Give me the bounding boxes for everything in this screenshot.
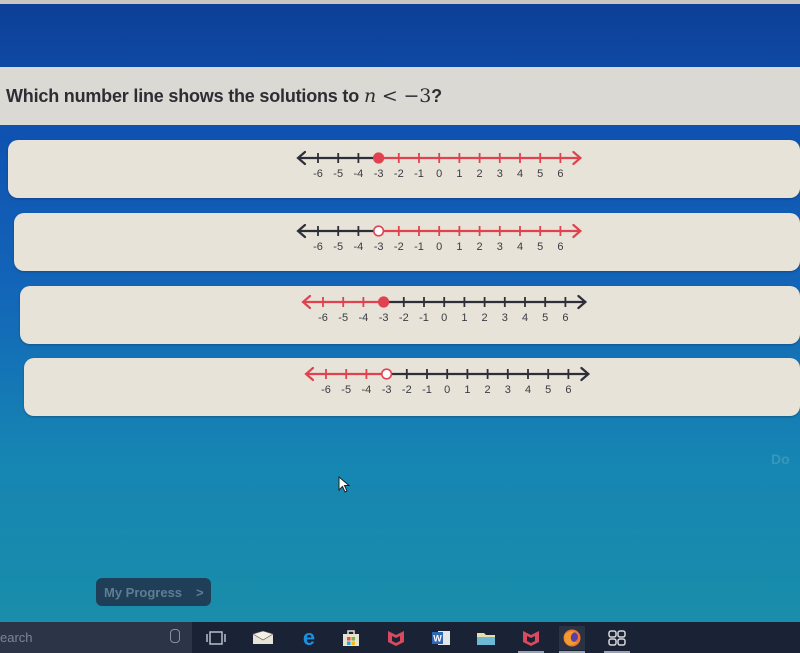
question-banner: Which number line shows the solutions to… bbox=[0, 67, 800, 125]
my-progress-button[interactable]: My Progress > bbox=[96, 578, 211, 606]
tick-label: -5 bbox=[341, 384, 351, 396]
tick-label: 0 bbox=[444, 384, 450, 396]
tick-label: -1 bbox=[414, 241, 424, 253]
open-endpoint bbox=[373, 225, 385, 237]
number-line: -6 -5 -4 -3 -2 -1 0 1 2 3 4 5 6 bbox=[296, 150, 583, 180]
microphone-icon[interactable] bbox=[170, 629, 180, 643]
tick-label: 0 bbox=[436, 241, 442, 253]
my-progress-label: My Progress bbox=[104, 584, 183, 600]
tick-label: 3 bbox=[502, 312, 508, 324]
tick-label: -1 bbox=[419, 312, 429, 324]
chevron-right-icon: > bbox=[196, 584, 204, 600]
done-button[interactable]: Do bbox=[771, 451, 790, 467]
tick-label: -3 bbox=[374, 168, 384, 180]
firefox-icon[interactable] bbox=[559, 626, 585, 653]
tick-label: 2 bbox=[477, 168, 483, 180]
tick-label: -2 bbox=[394, 241, 404, 253]
tick-label: 4 bbox=[525, 384, 531, 396]
tick-label: -2 bbox=[394, 168, 404, 180]
task-view-icon[interactable] bbox=[203, 626, 229, 650]
answer-option-c[interactable]: -6 -5 -4 -3 -2 -1 0 1 2 3 4 5 6 bbox=[20, 286, 800, 344]
answer-option-b[interactable]: -6 -5 -4 -3 -2 -1 0 1 2 3 4 5 6 bbox=[14, 213, 800, 271]
number-line: -6 -5 -4 -3 -2 -1 0 1 2 3 4 5 6 bbox=[301, 294, 588, 324]
open-endpoint bbox=[381, 368, 393, 380]
tick-label: 4 bbox=[522, 312, 528, 324]
tick-label: 0 bbox=[436, 168, 442, 180]
tick-label: 3 bbox=[505, 384, 511, 396]
tick-label: -5 bbox=[333, 241, 343, 253]
tick-label: -6 bbox=[313, 168, 323, 180]
value: −3 bbox=[403, 85, 432, 107]
closed-endpoint bbox=[378, 296, 390, 308]
tick-label: 5 bbox=[545, 384, 551, 396]
tick-label: 1 bbox=[461, 312, 467, 324]
mcafee-icon[interactable] bbox=[383, 626, 409, 650]
tick-label: -5 bbox=[338, 312, 348, 324]
tick-label: 4 bbox=[517, 168, 523, 180]
tick-label: -3 bbox=[374, 241, 384, 253]
mcafee-icon[interactable] bbox=[518, 626, 544, 653]
tick-label: 2 bbox=[485, 384, 491, 396]
tick-label: -4 bbox=[362, 384, 372, 396]
taskbar-search[interactable]: earch bbox=[0, 622, 192, 653]
tick-label: -6 bbox=[321, 384, 331, 396]
word-icon[interactable]: W bbox=[428, 626, 454, 650]
screen-top-edge bbox=[0, 0, 800, 4]
svg-text:W: W bbox=[433, 634, 442, 644]
number-line: -6 -5 -4 -3 -2 -1 0 1 2 3 4 5 6 bbox=[296, 223, 583, 253]
search-placeholder: earch bbox=[0, 630, 33, 645]
tick-label: 1 bbox=[456, 241, 462, 253]
tick-label: -4 bbox=[354, 241, 364, 253]
tick-label: 2 bbox=[477, 241, 483, 253]
tick-label: 5 bbox=[537, 168, 543, 180]
app-icon[interactable] bbox=[604, 626, 630, 653]
closed-endpoint bbox=[373, 152, 385, 164]
tick-label: 2 bbox=[482, 312, 488, 324]
store-icon[interactable] bbox=[338, 626, 364, 650]
answer-option-a[interactable]: -6 -5 -4 -3 -2 -1 0 1 2 3 4 5 6 bbox=[8, 140, 800, 198]
tick-label: 4 bbox=[517, 241, 523, 253]
tick-label: -5 bbox=[333, 168, 343, 180]
tick-label: 3 bbox=[497, 168, 503, 180]
answer-option-d[interactable]: -6 -5 -4 -3 -2 -1 0 1 2 3 4 5 6 bbox=[24, 358, 800, 416]
mail-icon[interactable] bbox=[250, 626, 276, 650]
tick-label: -3 bbox=[382, 384, 392, 396]
number-line: -6 -5 -4 -3 -2 -1 0 1 2 3 4 5 6 bbox=[304, 366, 591, 396]
tick-label: 0 bbox=[441, 312, 447, 324]
question-text: Which number line shows the solutions to… bbox=[6, 85, 442, 107]
variable: n bbox=[364, 85, 377, 107]
tick-label: -4 bbox=[354, 168, 364, 180]
relation: < bbox=[381, 85, 398, 107]
tick-label: 6 bbox=[565, 384, 571, 396]
tick-label: -4 bbox=[359, 312, 369, 324]
taskbar: earch e W bbox=[0, 622, 800, 653]
tick-label: 6 bbox=[557, 241, 563, 253]
question-prefix: Which number line shows the solutions to bbox=[6, 86, 360, 106]
question-suffix: ? bbox=[431, 86, 442, 106]
tick-label: 6 bbox=[562, 312, 568, 324]
tick-label: -3 bbox=[379, 312, 389, 324]
question-math: n < −3 bbox=[364, 85, 431, 107]
edge-icon[interactable]: e bbox=[296, 626, 322, 650]
tick-label: 1 bbox=[464, 384, 470, 396]
tick-label: -2 bbox=[402, 384, 412, 396]
tick-label: -6 bbox=[318, 312, 328, 324]
tick-label: -2 bbox=[399, 312, 409, 324]
tick-label: 5 bbox=[542, 312, 548, 324]
mouse-cursor-icon bbox=[338, 476, 351, 493]
tick-label: 5 bbox=[537, 241, 543, 253]
tick-label: -1 bbox=[422, 384, 432, 396]
tick-label: -1 bbox=[414, 168, 424, 180]
file-explorer-icon[interactable] bbox=[473, 626, 499, 650]
tick-label: 6 bbox=[557, 168, 563, 180]
tick-label: -6 bbox=[313, 241, 323, 253]
tick-label: 1 bbox=[456, 168, 462, 180]
tick-label: 3 bbox=[497, 241, 503, 253]
